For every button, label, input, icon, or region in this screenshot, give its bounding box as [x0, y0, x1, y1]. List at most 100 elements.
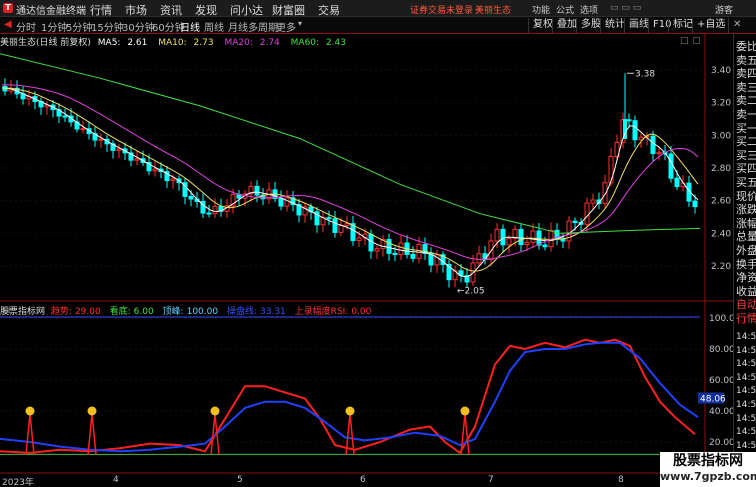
stock-name-link[interactable]: 美丽生态	[475, 3, 511, 16]
side-panel-item[interactable]: 14:56	[736, 400, 756, 410]
menu-bar: T 通达信金融终端 行情 市场 资讯 发现 问小达 财富圈 交易 证券交易未登录…	[0, 0, 756, 17]
rsi-label: 上录幅度RSI:	[294, 307, 349, 317]
period-monthly[interactable]: 月线	[228, 19, 248, 34]
peak-label: 顶峰:	[162, 307, 184, 317]
period-5min[interactable]: 5分钟	[66, 19, 92, 34]
side-panel-item[interactable]: 14:56	[736, 346, 756, 356]
login-notice[interactable]: 证券交易未登录	[410, 3, 473, 16]
date-tick: 2023年	[2, 478, 34, 487]
price-tick-label: 3.20	[711, 99, 731, 109]
period-fenshi[interactable]: 分时	[16, 19, 36, 34]
indicator-tick-label: 60.00	[709, 376, 733, 386]
chart-expand-icon[interactable]: ▢	[692, 36, 701, 46]
candle-body	[572, 220, 578, 224]
toolbar-tongji[interactable]: 统计	[600, 18, 625, 33]
period-15min[interactable]: 15分钟	[91, 19, 124, 34]
candle-body	[410, 253, 416, 259]
menu-wenxiaoda[interactable]: 问小达	[230, 2, 263, 18]
ma60-value: 2.43	[325, 38, 346, 48]
candle-body	[80, 128, 86, 131]
toolbar-duogu[interactable]: 多股	[576, 18, 601, 33]
date-tick: 7	[488, 475, 494, 485]
candle-body	[524, 241, 530, 246]
chart-canvas[interactable]: 3.40 3.20 3.00 2.80 2.60 2.40 2.20 100.0 80.00 60…	[0, 34, 733, 474]
high-label: 3.38	[635, 69, 655, 79]
ma5-label: MA5:	[97, 38, 121, 48]
indicator-current-value: 48.06	[700, 395, 726, 405]
chart-settings-icon[interactable]: □	[680, 36, 689, 46]
indicator-readout-bar: 股票指标网 趋势: 29.00 看底: 6.00 顶峰: 100.00 操盘线: 33.…	[0, 304, 705, 317]
period-30min[interactable]: 30分钟	[122, 19, 155, 34]
close-icon[interactable]: ✕	[728, 18, 741, 33]
ma60-label: MA60:	[290, 38, 320, 48]
candle-body	[338, 225, 344, 233]
back-arrow-icon[interactable]: ◀	[4, 19, 12, 30]
side-panel-item[interactable]: 14:56	[736, 386, 756, 396]
side-panel-item[interactable]: 14:56	[736, 332, 756, 342]
toolbar-biaoji[interactable]: 标记	[668, 18, 693, 33]
side-panel-item[interactable]: 14:56	[736, 414, 756, 424]
candle-body	[674, 177, 680, 188]
menu-xuanxiang[interactable]: 选项	[580, 3, 598, 16]
menu-gongshi[interactable]: 公式	[556, 3, 574, 16]
guest-label[interactable]: 游客	[715, 3, 733, 16]
toolbar-fuquan[interactable]: 复权	[528, 18, 553, 33]
candle-body	[356, 237, 362, 241]
candle-body	[626, 119, 632, 122]
candle-body	[386, 239, 392, 254]
candle-body	[692, 200, 698, 208]
signal-spike	[460, 414, 470, 455]
menu-caifuquan[interactable]: 财富圈	[272, 2, 305, 18]
more-chevron-icon[interactable]: ▾	[298, 19, 302, 28]
bottom-label: 看底:	[109, 307, 131, 317]
candle-body	[344, 223, 350, 227]
toolbar-add-watchlist[interactable]: +自选	[692, 18, 725, 33]
candle-body	[608, 156, 614, 184]
period-1min[interactable]: 1分钟	[41, 19, 67, 34]
candle-body	[398, 242, 404, 256]
side-panel-item[interactable]: 14:56	[736, 427, 756, 437]
side-panel-item[interactable]: 行情	[736, 310, 756, 326]
ma10-value: 2.73	[193, 38, 214, 48]
side-panel-item[interactable]: 14:56	[736, 441, 756, 451]
menu-faxian[interactable]: 发现	[195, 2, 217, 18]
peak-value: 100.00	[186, 307, 219, 317]
side-panel-item[interactable]: 14:56	[736, 373, 756, 383]
app-logo-icon: T	[3, 3, 13, 13]
quote-side-panel: 委比 卖五 卖四 卖三 卖二 卖一 买一 买二 买三 买四 买五 现价 涨跌 涨幅 总量 外盘 换手 净资 收益 自动…	[733, 34, 756, 487]
menu-shichang[interactable]: 市场	[125, 2, 147, 18]
candle-body	[530, 230, 536, 243]
ma5-value: 2.61	[127, 38, 148, 48]
candle-body	[188, 195, 194, 200]
candle-body	[152, 168, 158, 172]
period-toolbar: ◀ 分时 1分钟 5分钟 15分钟 30分钟 60分钟 日线 周线 月线 多周期…	[0, 17, 756, 34]
chart-title: 美丽生态(日线 前复权)	[0, 38, 91, 48]
price-tick-label: 3.40	[711, 66, 731, 76]
menu-zixun[interactable]: 资讯	[160, 2, 182, 18]
bottom-value: 6.00	[133, 307, 154, 317]
date-tick: 8	[618, 475, 624, 485]
indicator-menu-icon[interactable]: ▤	[3, 305, 11, 314]
signal-spike	[25, 414, 35, 455]
candle-body	[254, 185, 260, 196]
candle-body	[656, 151, 662, 155]
period-multi[interactable]: 多周期	[248, 19, 278, 34]
signal-smiley-icon	[345, 406, 355, 416]
menu-hangqing[interactable]: 行情	[90, 2, 112, 18]
menu-gongneng[interactable]: 功能	[532, 3, 550, 16]
trader-line-label: 操盘线:	[226, 307, 258, 317]
candle-body	[668, 153, 674, 179]
date-axis: 2023年 4 5 6 7 8	[0, 474, 705, 487]
period-more[interactable]: 更多	[276, 19, 296, 34]
toolbar-diejia[interactable]: 叠加	[552, 18, 577, 33]
candle-body	[206, 212, 212, 215]
toolbar-huaxian[interactable]: 画线	[624, 18, 649, 33]
menu-jiaoyi[interactable]: 交易	[318, 2, 340, 18]
period-daily[interactable]: 日线	[180, 19, 200, 34]
period-weekly[interactable]: 周线	[204, 19, 224, 34]
window-controls-icon[interactable]: ▭ ▭ ▭	[610, 3, 641, 13]
watermark: 股票指标网 www.7gpzb.com	[660, 452, 756, 487]
ma10-label: MA10:	[158, 38, 187, 48]
side-panel-item[interactable]: 14:56	[736, 359, 756, 369]
price-tick-label: 2.60	[711, 197, 731, 207]
